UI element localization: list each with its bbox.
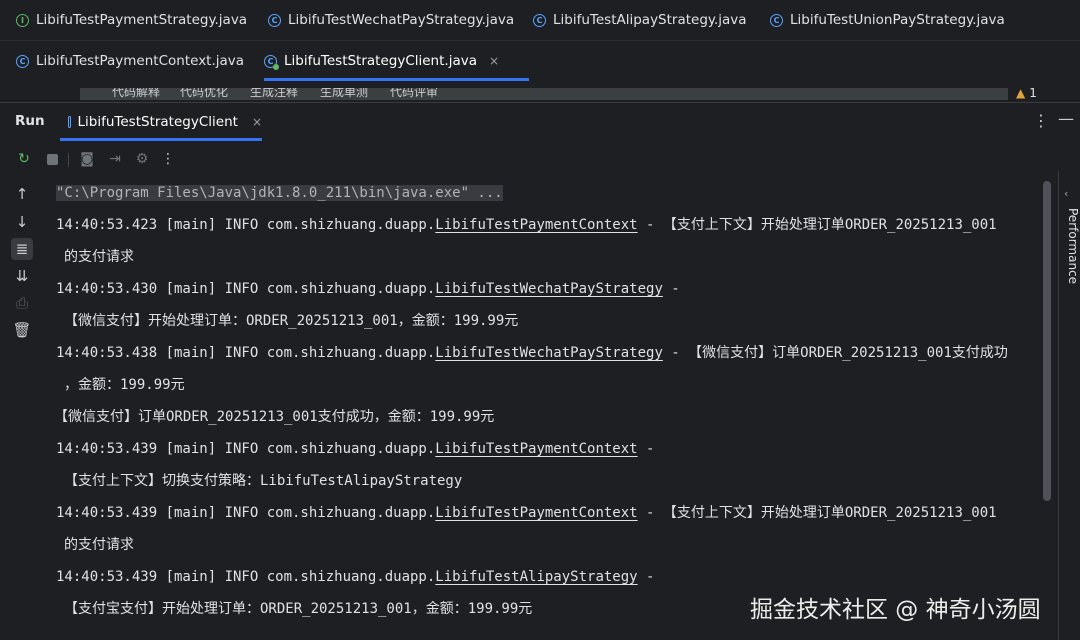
log-line: 14:40:53.430 [main] INFO com.shizhuang.d… (56, 281, 680, 297)
run-tool-window: Run LibifuTestStrategyClient × ⋮ — ↻ ◙ ⇥… (0, 102, 1080, 640)
tab-label: LibifuTestPaymentContext.java (36, 53, 245, 69)
log-line: 14:40:53.439 [main] INFO com.shizhuang.d… (56, 441, 655, 457)
log-line: 14:40:53.438 [main] INFO com.shizhuang.d… (56, 345, 1008, 361)
java-command: "C:\Program Files\Java\jdk1.8.0_211\bin\… (56, 185, 503, 201)
log-line: 14:40:53.439 [main] INFO com.shizhuang.d… (56, 569, 655, 585)
tab-payment-strategy[interactable]: I LibifuTestPaymentStrategy.java (16, 0, 247, 40)
class-link[interactable]: LibifuTestWechatPayStrategy (435, 281, 663, 297)
tab-unionpay-strategy[interactable]: C LibifuTestUnionPayStrategy.java (770, 0, 1005, 40)
editor-tab-row-1: I LibifuTestPaymentStrategy.java C Libif… (0, 0, 1080, 40)
log-line-continued: 的支付请求 (64, 537, 134, 553)
restore-layout-icon[interactable]: ⇥ (105, 149, 125, 169)
performance-panel-tab[interactable]: Performance (1066, 208, 1080, 284)
watermark: 掘金技术社区 @ 神奇小汤圆 (750, 597, 1041, 623)
tab-strategy-client[interactable]: C LibifuTestStrategyClient.java × (264, 41, 530, 81)
editor-tab-row-2: C LibifuTestPaymentContext.java C Libifu… (0, 40, 1080, 81)
tab-label: LibifuTestAlipayStrategy.java (553, 12, 747, 28)
run-tab-label: LibifuTestStrategyClient (77, 114, 238, 130)
trash-icon[interactable]: 🗑 (11, 319, 33, 341)
tab-wechat-pay-strategy[interactable]: C LibifuTestWechatPayStrategy.java (268, 0, 514, 40)
log-line-continued: 【支付宝支付】开始处理订单：ORDER_20251213_001，金额：199.… (64, 601, 533, 617)
class-icon: C (770, 13, 783, 27)
scrollbar-thumb[interactable] (1043, 181, 1051, 501)
tab-label: LibifuTestStrategyClient.java (284, 53, 477, 69)
warning-count: 1 (1029, 86, 1037, 100)
scroll-down-icon[interactable]: ↓ (11, 211, 33, 233)
close-icon[interactable]: × (489, 54, 499, 68)
soft-wrap-icon[interactable]: ≣ (11, 238, 33, 260)
runnable-class-icon: C (264, 54, 279, 70)
stdout-line: 【微信支付】订单ORDER_20251213_001支付成功，金额：199.99… (54, 409, 495, 425)
scroll-to-end-icon[interactable]: ⇊ (11, 265, 33, 287)
class-link[interactable]: LibifuTestAlipayStrategy (435, 569, 637, 585)
class-icon: C (533, 13, 546, 27)
ai-actions-strip: 代码解释 代码优化 生成注释 生成单测 代码评审 (80, 88, 1008, 100)
tab-label: LibifuTestUnionPayStrategy.java (790, 12, 1005, 28)
log-line-continued: 【微信支付】开始处理订单：ORDER_20251213_001，金额：199.9… (64, 313, 519, 329)
class-icon: C (16, 54, 29, 68)
log-line-continued: ，金额：199.99元 (64, 377, 185, 393)
tab-label: LibifuTestPaymentStrategy.java (36, 12, 248, 28)
console-output[interactable]: "C:\Program Files\Java\jdk1.8.0_211\bin\… (40, 177, 1040, 640)
print-icon[interactable]: ⎙ (11, 292, 33, 314)
close-icon[interactable]: × (252, 115, 262, 129)
log-line-continued: 【支付上下文】切换支付策略：LibifuTestAlipayStrategy (64, 473, 463, 489)
log-line: 14:40:53.423 [main] INFO com.shizhuang.d… (56, 217, 997, 233)
tab-payment-context[interactable]: C LibifuTestPaymentContext.java (16, 41, 244, 81)
camera-icon[interactable]: ◙ (77, 149, 97, 169)
log-line-continued: 的支付请求 (64, 249, 134, 265)
minimize-icon[interactable]: — (1058, 109, 1074, 128)
interface-icon: I (16, 13, 29, 27)
tab-alipay-strategy[interactable]: C LibifuTestAlipayStrategy.java (533, 0, 747, 40)
chevron-left-icon[interactable]: ‹ (1064, 187, 1068, 200)
settings-icon[interactable]: ⚙ (132, 149, 152, 169)
tab-label: LibifuTestWechatPayStrategy.java (288, 12, 515, 28)
class-link[interactable]: LibifuTestPaymentContext (435, 217, 637, 233)
run-toolbar: ↻ ◙ ⇥ ⚙ ⋮ (0, 145, 1080, 173)
run-config-tab[interactable]: LibifuTestStrategyClient × (60, 103, 262, 141)
strip-item[interactable]: 生成单测 (320, 88, 368, 100)
editor-tab-bar: I LibifuTestPaymentStrategy.java C Libif… (0, 0, 1080, 82)
scroll-up-icon[interactable]: ↑ (11, 183, 33, 205)
run-title: Run (15, 113, 45, 129)
class-link[interactable]: LibifuTestPaymentContext (435, 505, 637, 521)
class-icon: C (268, 13, 281, 27)
log-line: 14:40:53.439 [main] INFO com.shizhuang.d… (56, 505, 997, 521)
rerun-icon[interactable]: ↻ (14, 149, 34, 169)
warning-indicator[interactable]: ▲ 1 (1016, 86, 1037, 100)
more-options-icon[interactable]: ⋮ (1033, 111, 1049, 130)
class-link[interactable]: LibifuTestWechatPayStrategy (435, 345, 663, 361)
warning-icon: ▲ (1016, 86, 1026, 100)
console-icon (68, 116, 71, 128)
strip-item[interactable]: 生成注释 (250, 88, 298, 100)
strip-item[interactable]: 代码评审 (390, 88, 438, 100)
more-options-icon[interactable]: ⋮ (158, 149, 178, 169)
class-link[interactable]: LibifuTestPaymentContext (435, 441, 637, 457)
strip-item[interactable]: 代码优化 (180, 88, 228, 100)
toolbar-separator (68, 153, 69, 167)
console-command-line: "C:\Program Files\Java\jdk1.8.0_211\bin\… (56, 182, 503, 204)
strip-item[interactable]: 代码解释 (112, 88, 160, 100)
run-header: Run LibifuTestStrategyClient × ⋮ — (0, 103, 1080, 141)
stop-icon[interactable] (42, 149, 62, 169)
